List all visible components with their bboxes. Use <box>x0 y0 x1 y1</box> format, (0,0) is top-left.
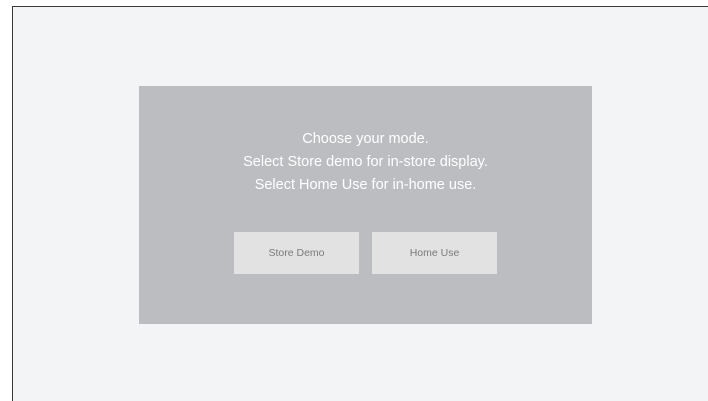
mode-selection-dialog: Choose your mode. Select Store demo for … <box>139 86 592 324</box>
mode-button-group: Store Demo Home Use <box>234 232 497 274</box>
instruction-line-store: Select Store demo for in-store display. <box>243 154 488 170</box>
instruction-line-home: Select Home Use for in-home use. <box>254 177 477 193</box>
mode-instructions: Choose your mode. Select Store demo for … <box>139 128 592 197</box>
mode-selection-screen: Choose your mode. Select Store demo for … <box>12 6 708 401</box>
instruction-line-title: Choose your mode. <box>302 131 429 147</box>
store-demo-button[interactable]: Store Demo <box>234 232 359 274</box>
home-use-button[interactable]: Home Use <box>372 232 497 274</box>
